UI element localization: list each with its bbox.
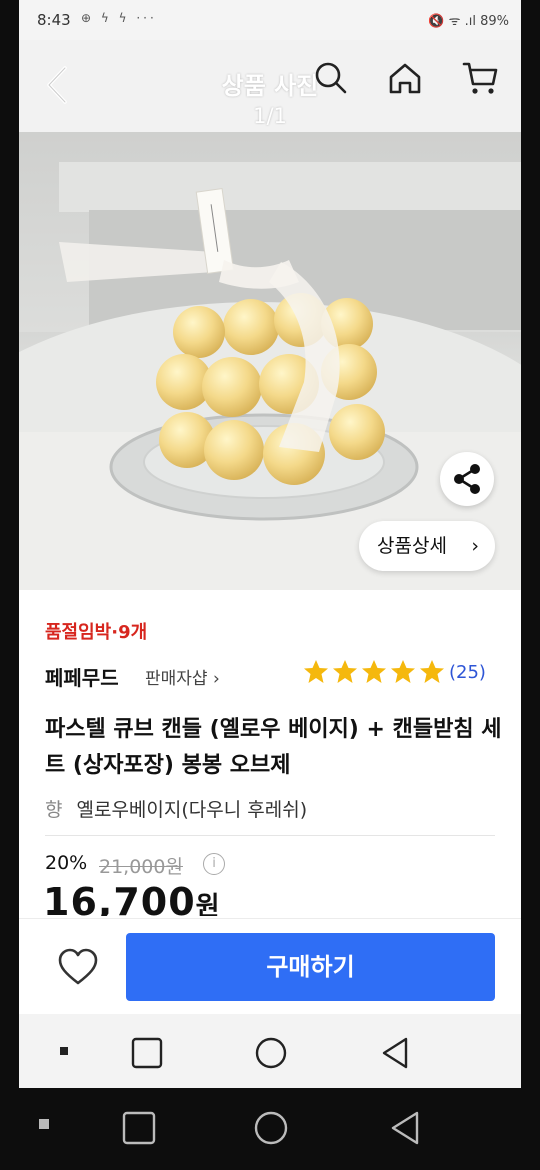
price-value: 16,700 [43,880,196,916]
sale-price: 16,700원 [43,880,221,916]
home-button-icon[interactable] [253,1110,289,1146]
product-detail-label: 상품상세 [377,535,447,557]
status-time: 8:43 [37,11,71,29]
overview-icon[interactable] [121,1110,157,1146]
overview-icon[interactable] [130,1036,164,1070]
page-title: 상품 사진 [221,72,319,100]
photo-counter: 1/1 [253,104,287,128]
chevron-right-icon: › [212,669,220,689]
info-icon[interactable]: i [203,853,225,875]
share-button[interactable] [440,452,494,506]
seller-shop-link[interactable]: 판매자샵 › [145,664,220,689]
divider [45,835,495,836]
chevron-right-icon: › [471,535,479,557]
stock-badge: 품절임박·9개 [45,622,148,643]
seller-shop-label: 판매자샵 [145,669,208,689]
app-navigation-bar [19,1014,521,1088]
notification-icons: ⊕ ϟ ϟ ··· [81,11,157,25]
home-icon[interactable] [385,58,425,98]
app-screen: 8:43 ⊕ ϟ ϟ ··· 🔇 ᯤ .ıl 89% 상품 사진 1/1 상품상… [19,0,521,1088]
back-button-icon[interactable] [378,1036,412,1070]
home-button-icon[interactable] [254,1036,288,1070]
rating-stars[interactable] [302,658,448,686]
recent-apps-icon[interactable] [49,1036,79,1066]
star-icon [304,660,328,683]
system-status-icons: 🔇 ᯤ .ıl 89% [428,14,509,29]
buy-button[interactable]: 구매하기 [126,933,495,1001]
system-navigation-bar [0,1088,540,1170]
heart-icon[interactable] [57,947,99,987]
original-price: 21,000원 [99,856,183,878]
discount-rate: 20% [45,852,88,874]
photo-viewer-header: 상품 사진 1/1 [19,40,521,132]
star-icon [362,660,386,683]
review-count[interactable]: (25) [449,662,486,683]
price-unit: 원 [195,892,221,916]
seller-name[interactable]: 페페무드 [45,662,119,691]
search-icon[interactable] [311,58,351,98]
product-photo[interactable]: 상품상세 › [19,132,521,590]
purchase-bar: 구매하기 [19,918,521,1014]
product-name: 파스텔 큐브 캔들 (옐로우 베이지) + 캔들받침 세트 (상자포장) 봉봉 … [45,717,502,778]
back-button-icon[interactable] [387,1110,423,1146]
cart-icon[interactable] [460,58,500,98]
share-icon [454,464,480,494]
option-label: 향 [45,799,63,821]
recent-apps-icon[interactable] [30,1110,60,1140]
status-bar: 8:43 ⊕ ϟ ϟ ··· 🔇 ᯤ .ıl 89% [19,0,521,40]
star-icon [333,660,357,683]
star-icon [420,660,444,683]
product-detail-button[interactable]: 상품상세 › [359,521,495,571]
option-value: 옐로우베이지(다우니 후레쉬) [76,799,308,821]
option-row: 향 옐로우베이지(다우니 후레쉬) [45,795,307,822]
star-icon [391,660,415,683]
